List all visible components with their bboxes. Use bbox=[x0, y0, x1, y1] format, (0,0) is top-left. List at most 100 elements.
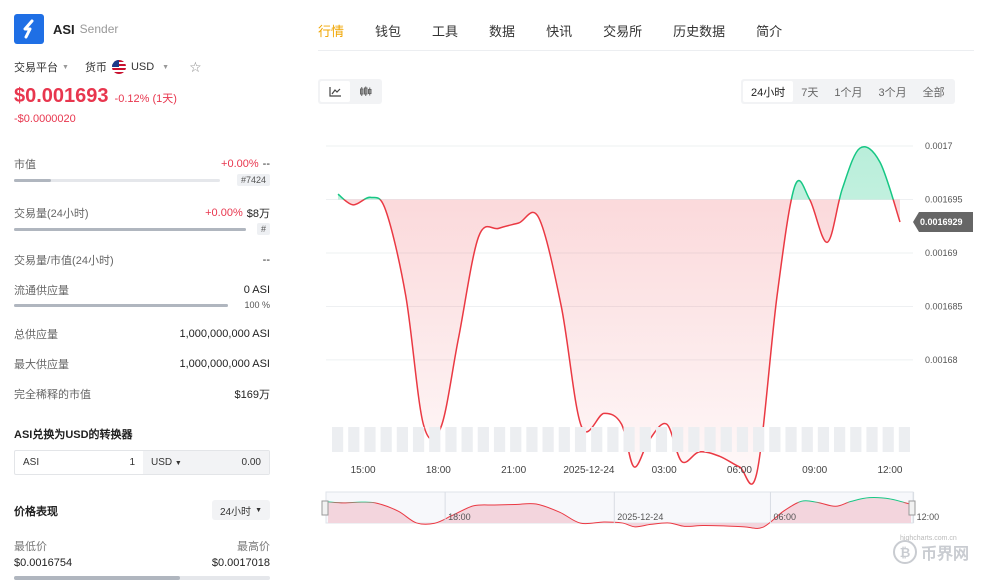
price-change-abs: -$0.0000020 bbox=[14, 113, 76, 125]
stat-fdv: 完全稀释的市值 $169万 bbox=[14, 389, 270, 401]
range-button-0[interactable]: 24小时 bbox=[743, 81, 794, 102]
us-flag-icon bbox=[111, 60, 126, 74]
line-chart-icon bbox=[328, 87, 341, 97]
navigator-handle-left bbox=[321, 500, 329, 516]
coin-info-panel: ASI Sender 交易平台 ▼ 货币 USD ▼ ☆ $0.001693 -… bbox=[14, 14, 270, 580]
main-tabs: 行情 钱包 工具 数据 快讯 交易所 历史数据 简介 bbox=[318, 14, 974, 51]
volume-bar bbox=[526, 427, 538, 452]
watermark: ₿ 币界网 bbox=[893, 540, 969, 564]
bitcoin-icon: ₿ bbox=[893, 540, 917, 564]
current-price-label: 0.0016929 bbox=[920, 217, 963, 227]
stat-volume: 交易量(24小时) +0.00% $8万 # bbox=[14, 207, 270, 235]
coin-name: Sender bbox=[79, 22, 119, 36]
tab-6[interactable]: 历史数据 bbox=[673, 14, 725, 46]
volume-bar bbox=[445, 427, 457, 452]
x-tick-label: 03:00 bbox=[652, 465, 677, 476]
caret-down-icon: ▼ bbox=[62, 63, 69, 71]
volume-bar bbox=[898, 427, 910, 452]
volume-bar bbox=[817, 427, 830, 452]
caret-down-icon: ▼ bbox=[174, 460, 182, 467]
volume-bar bbox=[834, 427, 846, 452]
circulating-supply-bar-fill bbox=[14, 303, 228, 307]
converter-to: USD ▼ 0.00 bbox=[143, 451, 269, 474]
tab-7[interactable]: 简介 bbox=[756, 14, 782, 46]
performance-title: 价格表现 bbox=[14, 506, 58, 518]
converter-currency-select[interactable]: USD ▼ bbox=[151, 457, 182, 468]
circulating-supply-bar bbox=[14, 303, 228, 307]
range-button-3[interactable]: 3个月 bbox=[871, 81, 915, 102]
exchange-selector[interactable]: 交易平台 ▼ bbox=[14, 59, 69, 75]
navigator-tick-label: 2025-12-24 bbox=[617, 512, 663, 522]
navigator-tick-label: 18:00 bbox=[448, 512, 471, 522]
caret-down-icon: ▼ bbox=[162, 63, 170, 71]
candle-chart-view-button[interactable] bbox=[350, 81, 380, 102]
converter: ASI 1 USD ▼ 0.00 bbox=[14, 450, 270, 475]
volume-bar-fill bbox=[14, 227, 246, 231]
x-tick-label: 15:00 bbox=[351, 465, 376, 476]
y-tick-label: 0.0017 bbox=[925, 141, 953, 151]
converter-title: ASI兑换为USD的转换器 bbox=[14, 429, 133, 441]
price-chart[interactable]: 0.0017 0.001695 0.00169 0.001685 0.00168 0.00… bbox=[318, 130, 988, 530]
navigator-tick-label: 12:00 bbox=[917, 512, 940, 522]
currency-selector[interactable]: 货币 USD ▼ bbox=[85, 59, 169, 75]
tab-4[interactable]: 快讯 bbox=[546, 14, 572, 46]
stat-market-cap: 市值 +0.00% -- #7424 bbox=[14, 158, 270, 186]
volume-bar bbox=[704, 427, 716, 452]
volume-bar bbox=[720, 427, 732, 452]
circulating-supply-pct: 100 % bbox=[244, 300, 270, 310]
coin-header: ASI Sender bbox=[14, 14, 270, 44]
rank-badge: #7424 bbox=[236, 174, 270, 186]
volume-bar bbox=[882, 427, 894, 452]
stat-max-supply: 最大供应量 1,000,000,000 ASI bbox=[14, 358, 270, 371]
volume-bar bbox=[688, 427, 700, 452]
price-change-pct: -0.12% (1天) bbox=[114, 93, 177, 105]
performance-range-select[interactable]: 24小时 ▼ bbox=[211, 500, 270, 520]
volume-bar bbox=[591, 427, 603, 452]
volume-bar bbox=[801, 427, 813, 452]
volume-bar bbox=[655, 427, 668, 452]
volume-bar bbox=[396, 427, 408, 452]
range-button-4[interactable]: 全部 bbox=[915, 81, 953, 102]
x-tick-label: 18:00 bbox=[426, 465, 451, 476]
volume-bar bbox=[542, 427, 554, 452]
volume-bar bbox=[14, 227, 246, 231]
navigator-handle-right bbox=[908, 500, 916, 516]
coin-symbol: ASI bbox=[53, 21, 75, 37]
x-tick-label: 09:00 bbox=[802, 465, 827, 476]
favorite-star-icon[interactable]: ☆ bbox=[189, 59, 202, 76]
volume-bar bbox=[753, 427, 765, 452]
range-button-1[interactable]: 7天 bbox=[793, 81, 826, 102]
volume-bar bbox=[672, 427, 684, 452]
selector-bar: 交易平台 ▼ 货币 USD ▼ ☆ bbox=[14, 59, 270, 75]
current-price: $0.001693 bbox=[14, 85, 109, 107]
volume-bar bbox=[364, 427, 376, 452]
volume-bar bbox=[785, 427, 797, 452]
converter-from-input[interactable]: ASI 1 bbox=[15, 451, 143, 474]
volume-bar bbox=[574, 427, 587, 452]
volume-bar bbox=[493, 427, 506, 452]
tab-0[interactable]: 行情 bbox=[318, 14, 344, 46]
tab-5[interactable]: 交易所 bbox=[603, 14, 642, 46]
volume-bar bbox=[461, 427, 473, 452]
line-chart-view-button[interactable] bbox=[320, 81, 350, 102]
rank-badge: # bbox=[256, 223, 270, 235]
tab-2[interactable]: 工具 bbox=[432, 14, 458, 46]
volume-bar bbox=[558, 427, 570, 452]
volume-bar bbox=[639, 427, 651, 452]
y-tick-label: 0.001695 bbox=[925, 195, 963, 205]
low-high-range: 最低价 最高价 $0.0016754 $0.0017018 bbox=[14, 538, 270, 580]
low-high-bar bbox=[14, 576, 270, 580]
price-row: $0.001693 -0.12% (1天) bbox=[14, 85, 270, 109]
range-button-2[interactable]: 1个月 bbox=[826, 81, 870, 102]
tab-3[interactable]: 数据 bbox=[489, 14, 515, 46]
low-price: $0.0016754 bbox=[14, 557, 73, 569]
volume-bar bbox=[332, 427, 344, 452]
tab-1[interactable]: 钱包 bbox=[375, 14, 401, 46]
volume-bar bbox=[607, 427, 619, 452]
high-price: $0.0017018 bbox=[211, 557, 270, 569]
candlestick-icon bbox=[359, 86, 371, 96]
market-cap-bar-fill bbox=[14, 178, 52, 182]
chart-view-toggle bbox=[318, 79, 382, 104]
volume-bar bbox=[850, 427, 862, 452]
time-range-selector: 24小时 7天 1个月 3个月 全部 bbox=[741, 79, 955, 104]
